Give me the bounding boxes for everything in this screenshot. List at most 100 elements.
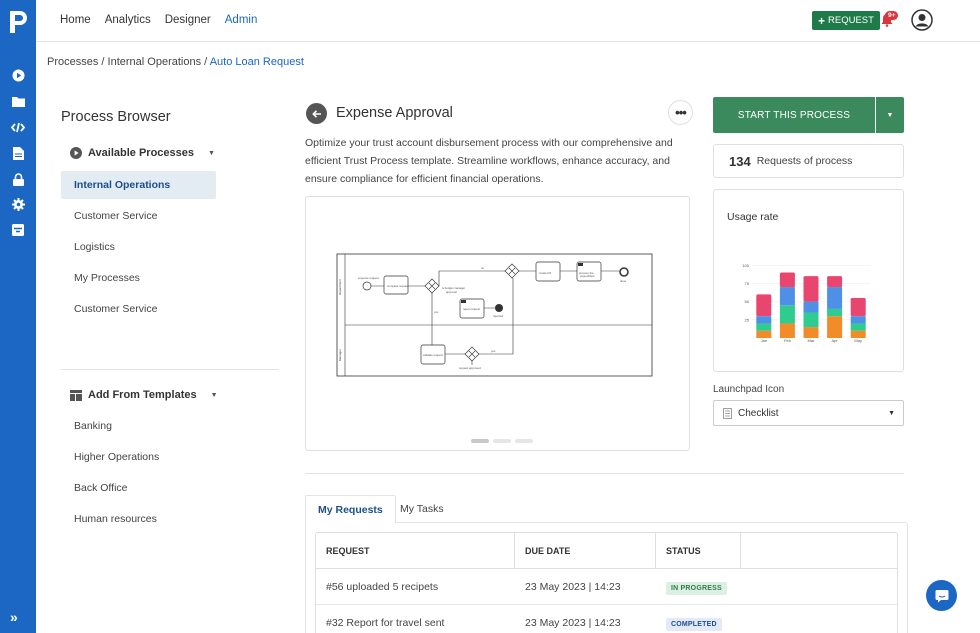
- bar-segment: [803, 276, 819, 302]
- request-due-date: 23 May 2023 | 14:23: [525, 580, 621, 593]
- left-rail: »: [0, 0, 36, 633]
- usage-rate-title: Usage rate: [727, 211, 779, 223]
- sidebar-item-internal-operations[interactable]: Internal Operations: [61, 171, 216, 199]
- table-row[interactable]: #32 Report for travel sent 23 May 2023 |…: [316, 605, 897, 633]
- status-badge: COMPLETED: [666, 617, 722, 631]
- y-tick-label: 75: [745, 281, 750, 286]
- bar-segment: [850, 330, 866, 338]
- chevron-down-icon: ▼: [888, 410, 895, 417]
- folder-icon[interactable]: [10, 93, 26, 109]
- request-name[interactable]: #32 Report for travel sent: [316, 617, 515, 629]
- sidebar-item-customer-service[interactable]: Customer Service: [61, 202, 216, 230]
- back-arrow-icon[interactable]: [306, 103, 327, 124]
- gear-icon[interactable]: [10, 196, 26, 212]
- breadcrumb: Processes / Internal Operations / Auto L…: [47, 56, 304, 68]
- add-from-templates-label: Add From Templates: [88, 389, 197, 401]
- breadcrumb-current: Auto Loan Request: [209, 56, 304, 68]
- code-icon[interactable]: [10, 119, 26, 135]
- breadcrumb-processes[interactable]: Processes: [47, 56, 98, 68]
- document-icon[interactable]: [10, 145, 26, 161]
- bar-segment: [756, 294, 772, 317]
- y-tick-label: 100: [742, 263, 749, 268]
- svg-text:expense request: expense request: [358, 276, 379, 280]
- launchpad-icon-select[interactable]: Checklist ▼: [713, 400, 904, 426]
- archive-icon[interactable]: [10, 222, 26, 238]
- bpmn-diagram: Department Manager expense request compl…: [336, 253, 653, 377]
- bar-segment: [756, 316, 772, 324]
- more-options-icon[interactable]: •••: [668, 100, 693, 125]
- nav-home[interactable]: Home: [60, 14, 91, 26]
- carousel-dot[interactable]: [515, 439, 533, 443]
- bar-segment: [850, 323, 866, 331]
- bar-segment: [756, 330, 772, 338]
- svg-text:yes: yes: [491, 349, 496, 353]
- template-icon: [70, 389, 82, 401]
- start-process-dropdown-icon[interactable]: ▼: [876, 97, 904, 133]
- table-row[interactable]: #56 uploaded 5 recipets 23 May 2023 | 14…: [316, 569, 897, 605]
- process-diagram-carousel[interactable]: Department Manager expense request compl…: [305, 196, 690, 451]
- column-header-request[interactable]: REQUEST: [316, 532, 515, 569]
- x-tick-label: Feb: [784, 338, 792, 343]
- template-item-human-resources[interactable]: Human resources: [61, 505, 216, 533]
- bar-segment: [779, 287, 795, 306]
- breadcrumb-separator: /: [101, 56, 105, 68]
- bar-segment: [827, 287, 843, 309]
- svg-text:no: no: [481, 266, 485, 270]
- usage-rate-chart: 100 75 50 25 Jan Feb Mar Apr May: [742, 263, 870, 343]
- column-header-status[interactable]: STATUS: [656, 532, 741, 569]
- request-count: 134: [729, 153, 751, 169]
- request-due-date: 23 May 2023 | 14:23: [525, 616, 621, 629]
- svg-text:reject request: reject request: [463, 307, 480, 311]
- new-request-label: REQUEST: [828, 15, 874, 26]
- caret-down-icon: ▼: [208, 149, 215, 157]
- tab-my-requests[interactable]: My Requests: [305, 495, 396, 523]
- new-request-button[interactable]: + REQUEST: [812, 11, 880, 30]
- nav-admin[interactable]: Admin: [225, 14, 258, 26]
- expand-sidebar-icon[interactable]: »: [10, 609, 18, 625]
- start-process-button[interactable]: START THIS PROCESS: [713, 97, 875, 133]
- tab-my-tasks[interactable]: My Tasks: [388, 495, 456, 523]
- column-header-due-date[interactable]: DUE DATE: [515, 532, 656, 569]
- sidebar-item-logistics[interactable]: Logistics: [61, 233, 216, 261]
- user-avatar-icon[interactable]: [911, 9, 933, 31]
- play-icon[interactable]: [10, 67, 26, 83]
- nav-designer[interactable]: Designer: [165, 14, 211, 26]
- add-from-templates-toggle[interactable]: Add From Templates ▼: [70, 389, 218, 401]
- sidebar-item-my-processes[interactable]: My Processes: [61, 264, 216, 292]
- chat-support-icon[interactable]: [926, 580, 957, 611]
- lock-icon[interactable]: [10, 171, 26, 187]
- process-browser-title: Process Browser: [61, 109, 171, 125]
- bar-segment: [827, 276, 843, 288]
- notification-badge: 9+: [885, 11, 899, 20]
- available-processes-label: Available Processes: [88, 147, 194, 159]
- template-item-back-office[interactable]: Back Office: [61, 474, 216, 502]
- bar-segment: [850, 316, 866, 324]
- svg-text:create bill: create bill: [539, 271, 551, 275]
- bar-segment: [827, 316, 843, 338]
- svg-text:expenditure: expenditure: [580, 274, 595, 278]
- request-count-card: 134 Requests of process: [713, 144, 904, 178]
- template-item-banking[interactable]: Banking: [61, 412, 216, 440]
- sidebar-item-customer-service-2[interactable]: Customer Service: [61, 295, 216, 323]
- bar-segment: [756, 323, 772, 331]
- svg-text:validate request: validate request: [423, 353, 443, 357]
- svg-text:yes: yes: [434, 310, 439, 314]
- x-tick-label: Mar: [808, 338, 816, 343]
- svg-text:Department: Department: [338, 279, 342, 295]
- bar-segment: [779, 272, 795, 288]
- breadcrumb-separator: /: [204, 56, 208, 68]
- template-item-higher-operations[interactable]: Higher Operations: [61, 443, 216, 471]
- bar-segment: [803, 312, 819, 328]
- carousel-dot[interactable]: [471, 439, 489, 443]
- x-tick-label: Jan: [761, 338, 767, 343]
- breadcrumb-internal-operations[interactable]: Internal Operations: [108, 56, 202, 68]
- play-circle-icon: [70, 147, 82, 159]
- available-processes-toggle[interactable]: Available Processes ▼: [70, 147, 215, 159]
- request-name[interactable]: #56 uploaded 5 recipets: [316, 581, 515, 593]
- launchpad-icon-label: Launchpad Icon: [713, 384, 785, 395]
- logo-icon[interactable]: [7, 9, 29, 35]
- carousel-dots: [471, 439, 533, 443]
- carousel-dot[interactable]: [493, 439, 511, 443]
- nav-analytics[interactable]: Analytics: [105, 14, 151, 26]
- svg-text:rejected: rejected: [493, 314, 503, 318]
